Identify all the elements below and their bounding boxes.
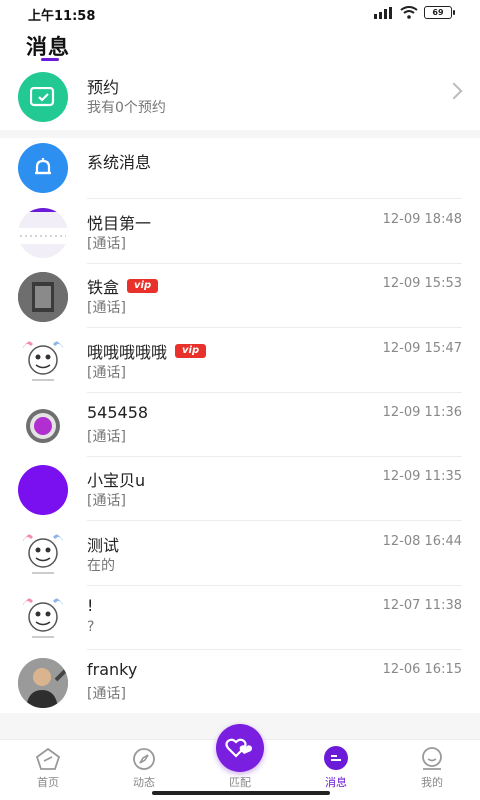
message-preview: ?: [87, 619, 95, 635]
message-preview: [通话]: [87, 686, 126, 702]
status-time: 上午11:58: [28, 8, 96, 24]
row-divider: [87, 198, 462, 199]
tab-label: 我的: [421, 776, 443, 789]
bell-icon: [18, 143, 68, 193]
tab-moments[interactable]: 动态: [96, 740, 192, 790]
tab-messages[interactable]: 消息: [288, 740, 384, 790]
message-preview: [通话]: [87, 236, 126, 252]
vip-badge: vip: [127, 279, 159, 293]
hearts-icon: [225, 738, 252, 758]
tab-label: 首页: [37, 776, 59, 789]
tab-label: 消息: [325, 776, 347, 789]
message-time: 12-09 18:48: [382, 212, 462, 227]
chevron-right-icon: [445, 82, 463, 100]
contact-name: franky: [87, 660, 138, 679]
message-preview: [通话]: [87, 429, 126, 445]
contact-name: 测试: [87, 536, 120, 555]
avatar: [18, 594, 68, 644]
avatar: [18, 272, 68, 322]
conversation-row[interactable]: 悦目第一 [通话] 12-09 18:48: [0, 200, 480, 264]
avatar: [18, 208, 68, 258]
message-preview: [通话]: [87, 300, 126, 316]
message-time: 12-09 15:47: [382, 341, 462, 356]
contact-name: 铁盒 vip: [87, 274, 159, 298]
contact-name: 悦目第一: [87, 214, 152, 233]
message-time: 12-09 11:36: [382, 405, 462, 420]
contact-name: !: [87, 596, 94, 615]
contact-name: 545458: [87, 403, 149, 422]
conversation-row[interactable]: 545458 [通话] 12-09 11:36: [0, 393, 480, 457]
conversation-row[interactable]: 哦哦哦哦哦 vip [通话] 12-09 15:47: [0, 329, 480, 393]
tab-label: 匹配: [229, 776, 251, 789]
message-time: 12-06 16:15: [382, 662, 462, 677]
message-time: 12-08 16:44: [382, 534, 462, 549]
battery-level: 69: [432, 8, 444, 17]
match-button[interactable]: [216, 724, 264, 772]
conversation-row[interactable]: 小宝贝u [通话] 12-09 11:35: [0, 457, 480, 521]
title-underline: [41, 58, 59, 61]
appointment-icon: [18, 72, 68, 122]
message-preview: [通话]: [87, 493, 126, 509]
appointment-title: 预约: [87, 78, 120, 97]
conversation-row[interactable]: franky [通话] 12-06 16:15: [0, 650, 480, 714]
contact-name: 哦哦哦哦哦 vip: [87, 339, 207, 363]
signal-icon: [374, 6, 392, 19]
compass-icon: [133, 748, 155, 770]
avatar: [18, 337, 68, 387]
conversation-row[interactable]: ! ? 12-07 11:38: [0, 586, 480, 650]
message-icon: [324, 746, 348, 770]
conversation-row[interactable]: 铁盒 vip [通话] 12-09 15:53: [0, 264, 480, 328]
contact-name: 小宝贝u: [87, 471, 146, 490]
system-message-row[interactable]: 系统消息: [0, 135, 480, 199]
message-time: 12-09 15:53: [382, 276, 462, 291]
tab-home[interactable]: 首页: [0, 740, 96, 790]
home-indicator: [152, 791, 330, 795]
tab-label: 动态: [133, 776, 155, 789]
message-time: 12-07 11:38: [382, 598, 462, 613]
message-preview: [通话]: [87, 365, 126, 381]
avatar: [18, 530, 68, 580]
appointment-subtitle: 我有0个预约: [87, 100, 166, 116]
avatar: [18, 401, 68, 451]
status-bar: 上午11:58 69: [0, 0, 480, 28]
pentagon-icon: [35, 747, 61, 770]
row-divider: [87, 327, 462, 328]
profile-icon: [422, 747, 442, 770]
message-time: 12-09 11:35: [382, 469, 462, 484]
page-title: 消息: [26, 35, 70, 59]
row-divider: [87, 520, 462, 521]
tab-profile[interactable]: 我的: [384, 740, 480, 790]
message-preview: 在的: [87, 558, 115, 574]
system-message-title: 系统消息: [87, 153, 152, 172]
avatar: [18, 658, 68, 708]
conversation-row[interactable]: 测试 在的 12-08 16:44: [0, 522, 480, 586]
appointment-row[interactable]: 预约 我有0个预约: [0, 64, 480, 128]
wifi-icon: [400, 6, 418, 19]
vip-badge: vip: [175, 344, 207, 358]
battery-icon: 69: [424, 6, 455, 19]
avatar: [18, 465, 68, 515]
status-icons: 69: [374, 6, 455, 19]
